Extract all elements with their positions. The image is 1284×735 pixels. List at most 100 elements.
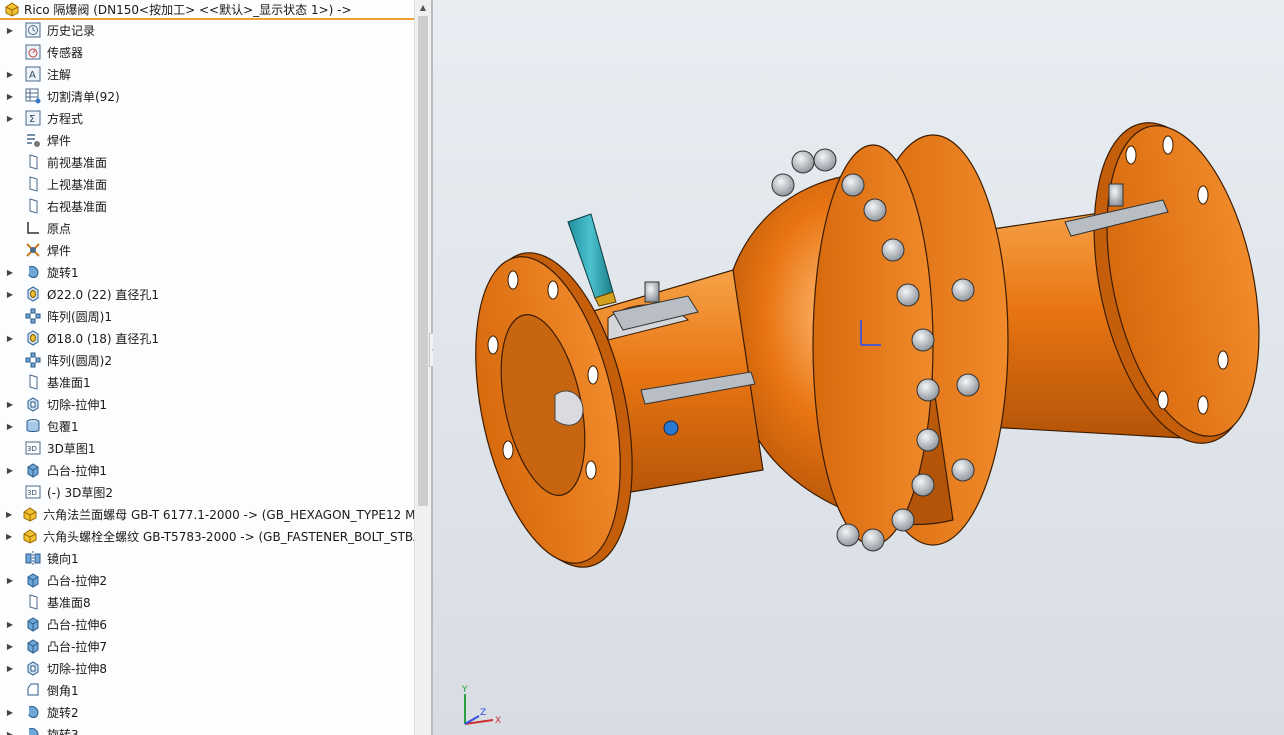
tree-item[interactable]: 基准面8 [0, 591, 414, 613]
expand-arrow-icon[interactable]: ▶ [6, 657, 14, 679]
tree-item-label: 包覆1 [47, 419, 79, 434]
tree-item[interactable]: ▶ 凸台-拉伸7 [0, 635, 414, 657]
tree-item[interactable]: ▶ 切割清单(92) [0, 85, 414, 107]
expand-arrow-icon[interactable]: ▶ [6, 261, 14, 283]
tree-item[interactable]: 焊件 [0, 129, 414, 151]
tree-item-label: 阵列(圆周)1 [47, 309, 112, 324]
tree-item[interactable]: ▶ 包覆1 [0, 415, 414, 437]
valve-model[interactable] [433, 0, 1284, 735]
svg-text:3D: 3D [27, 445, 37, 453]
tree-item[interactable]: ▶ Σ 方程式 [0, 107, 414, 129]
tree-item-label: 焊件 [47, 243, 72, 258]
tree-item[interactable]: 3D (-) 3D草图2 [0, 481, 414, 503]
expand-arrow-icon[interactable]: ▶ [6, 635, 14, 657]
expand-arrow-icon[interactable]: ▶ [6, 85, 14, 107]
expand-arrow-icon[interactable]: ▶ [6, 569, 14, 591]
tree-scrollbar[interactable]: ▲ [414, 0, 431, 735]
tree-item-label: 原点 [47, 221, 72, 236]
tree-item-label: 切割清单(92) [47, 89, 120, 104]
tree-item-label: (-) 3D草图2 [47, 485, 114, 500]
expand-arrow-icon[interactable]: ▶ [6, 525, 12, 547]
tree-item[interactable]: ▶ 历史记录 [0, 19, 414, 41]
boss-extrude-icon [24, 637, 42, 655]
expand-arrow-icon[interactable]: ▶ [6, 19, 14, 41]
expand-arrow-icon[interactable]: ▶ [6, 459, 14, 481]
tree-item-label: 旋转1 [47, 265, 79, 280]
tree-item-label: 基准面1 [47, 375, 91, 390]
boss-extrude-icon [24, 615, 42, 633]
weldment-feature-icon [24, 241, 42, 259]
view-orientation-triad: Y X Z [461, 685, 501, 726]
tree-item[interactable]: 右视基准面 [0, 195, 414, 217]
hole-icon [24, 285, 42, 303]
tree-item-label: 切除-拉伸1 [47, 397, 107, 412]
tree-item[interactable]: ▶ 六角头螺栓全螺纹 GB-T5783-2000 -> (GB_FASTENER_… [0, 525, 414, 547]
expand-arrow-icon[interactable]: ▶ [6, 107, 14, 129]
expand-arrow-icon[interactable]: ▶ [6, 393, 14, 415]
tree-item[interactable]: ▶ 旋转2 [0, 701, 414, 723]
tree-item-label: 倒角1 [47, 683, 79, 698]
tree-item-label: 右视基准面 [47, 199, 108, 214]
revolve-icon [24, 263, 42, 281]
tree-item[interactable]: 阵列(圆周)2 [0, 349, 414, 371]
tree-item[interactable]: ▶ 切除-拉伸1 [0, 393, 414, 415]
expand-arrow-icon[interactable]: ▶ [6, 503, 12, 525]
tree-item[interactable]: 原点 [0, 217, 414, 239]
tree-item[interactable]: ▶ A 注解 [0, 63, 414, 85]
expand-arrow-icon[interactable]: ▶ [6, 723, 14, 735]
scroll-thumb[interactable] [418, 16, 428, 506]
tree-item[interactable]: 上视基准面 [0, 173, 414, 195]
tree-item[interactable]: 前视基准面 [0, 151, 414, 173]
tree-item[interactable]: ▶ 旋转3 [0, 723, 414, 735]
tree-item[interactable]: ▶ Ø22.0 (22) 直径孔1 [0, 283, 414, 305]
history-icon [24, 21, 42, 39]
tree-item-label: 历史记录 [47, 23, 96, 38]
center-body [732, 134, 1009, 546]
expand-arrow-icon[interactable]: ▶ [6, 701, 14, 723]
tree-item-label: 凸台-拉伸2 [47, 573, 107, 588]
graphics-viewport[interactable]: Y X Z [433, 0, 1284, 735]
tree-item[interactable]: ▶ 凸台-拉伸2 [0, 569, 414, 591]
tree-item[interactable]: 倒角1 [0, 679, 414, 701]
tree-item-label: 六角法兰面螺母 GB-T 6177.1-2000 -> (GB_HEXAGON_… [43, 507, 414, 522]
tree-item-label: 阵列(圆周)2 [47, 353, 112, 368]
sketch-3d-icon: 3D [24, 483, 42, 501]
tree-item[interactable]: ▶ 凸台-拉伸6 [0, 613, 414, 635]
tree-item-label: 传感器 [47, 45, 84, 60]
annotation-icon: A [24, 65, 42, 83]
expand-arrow-icon[interactable]: ▶ [6, 613, 14, 635]
hole-icon [24, 329, 42, 347]
expand-arrow-icon[interactable]: ▶ [6, 63, 14, 85]
cut-extrude-icon [24, 659, 42, 677]
tree-item[interactable]: 阵列(圆周)1 [0, 305, 414, 327]
feature-tree-panel: Rico 隔爆阀 (DN150<按加工> <<默认>_显示状态 1>) -> ▶… [0, 0, 414, 735]
sensor-icon [24, 43, 42, 61]
tree-header[interactable]: Rico 隔爆阀 (DN150<按加工> <<默认>_显示状态 1>) -> [0, 0, 414, 20]
tree-item[interactable]: 焊件 [0, 239, 414, 261]
expand-arrow-icon[interactable]: ▶ [6, 283, 14, 305]
tree-item-label: 前视基准面 [47, 155, 108, 170]
svg-text:3D: 3D [27, 489, 37, 497]
expand-arrow-icon[interactable]: ▶ [6, 327, 14, 349]
left-flange [475, 252, 633, 568]
tree-item[interactable]: 传感器 [0, 41, 414, 63]
tree-item[interactable]: ▶ 切除-拉伸8 [0, 657, 414, 679]
tree-item[interactable]: ▶ 旋转1 [0, 261, 414, 283]
part-icon [22, 527, 38, 545]
tree-item[interactable]: 镜向1 [0, 547, 414, 569]
tree-item[interactable]: 3D 3D草图1 [0, 437, 414, 459]
revolve-icon [24, 703, 42, 721]
plane-icon [24, 153, 42, 171]
tree-item[interactable]: ▶ 凸台-拉伸1 [0, 459, 414, 481]
scroll-up-icon[interactable]: ▲ [415, 0, 431, 14]
tree-item[interactable]: ▶ Ø18.0 (18) 直径孔1 [0, 327, 414, 349]
tree-item[interactable]: 基准面1 [0, 371, 414, 393]
expand-arrow-icon[interactable]: ▶ [6, 415, 14, 437]
tree-item[interactable]: ▶ 六角法兰面螺母 GB-T 6177.1-2000 -> (GB_HEXAGON… [0, 503, 414, 525]
